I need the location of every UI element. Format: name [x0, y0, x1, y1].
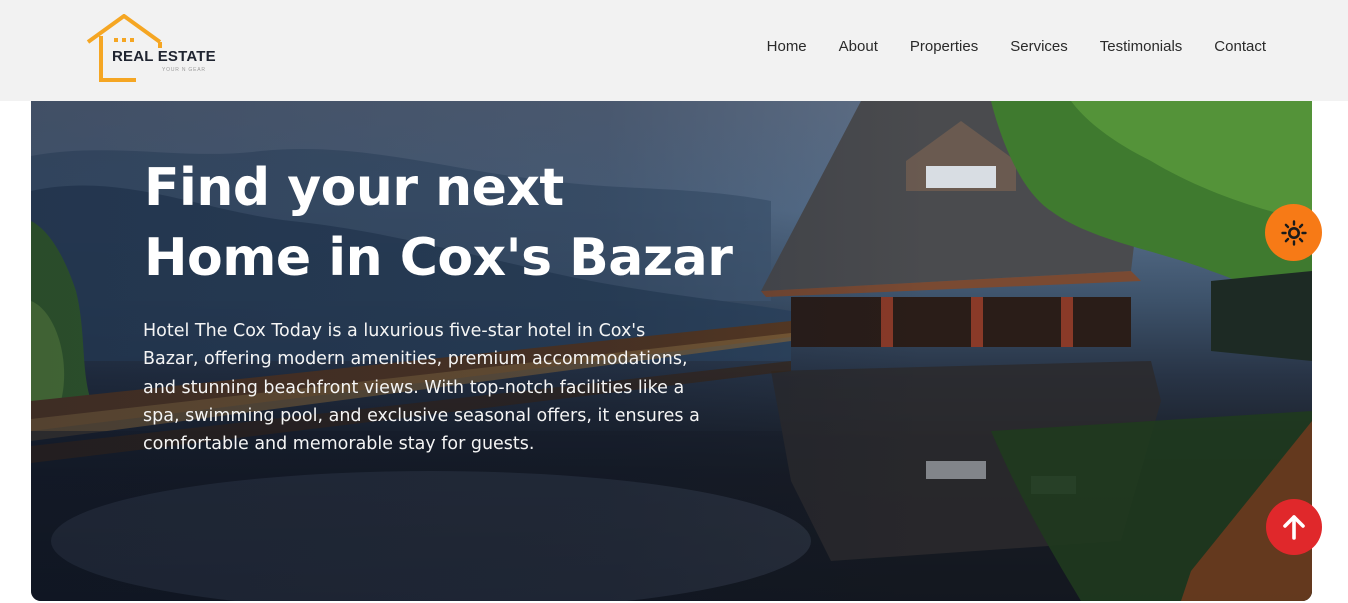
nav-about[interactable]: About: [839, 38, 878, 55]
main-nav: Home About Properties Services Testimoni…: [767, 38, 1266, 55]
scroll-to-top-button[interactable]: [1266, 499, 1322, 555]
nav-properties[interactable]: Properties: [910, 38, 978, 55]
logo-tagline: YOUR N GEAR: [162, 67, 206, 73]
logo-text: REAL ESTATE: [112, 48, 216, 65]
hero-title-line-2: Home in Cox's Bazar: [144, 228, 733, 288]
nav-services[interactable]: Services: [1010, 38, 1068, 55]
sun-icon: [1280, 219, 1307, 246]
arrow-up-icon: [1283, 515, 1305, 540]
theme-toggle-button[interactable]: [1265, 204, 1322, 261]
site-logo[interactable]: REAL ESTATE YOUR N GEAR: [86, 14, 226, 84]
hero-section: Find your next Home in Cox's Bazar Hotel…: [31, 101, 1312, 601]
nav-home[interactable]: Home: [767, 38, 807, 55]
hero-description: Hotel The Cox Today is a luxurious five-…: [143, 321, 700, 455]
hero-title: Find your next Home in Cox's Bazar: [144, 153, 764, 293]
nav-testimonials[interactable]: Testimonials: [1100, 38, 1183, 55]
hero-title-line-1: Find your next: [144, 158, 564, 218]
navbar: REAL ESTATE YOUR N GEAR Home About Prope…: [0, 0, 1348, 101]
nav-contact[interactable]: Contact: [1214, 38, 1266, 55]
